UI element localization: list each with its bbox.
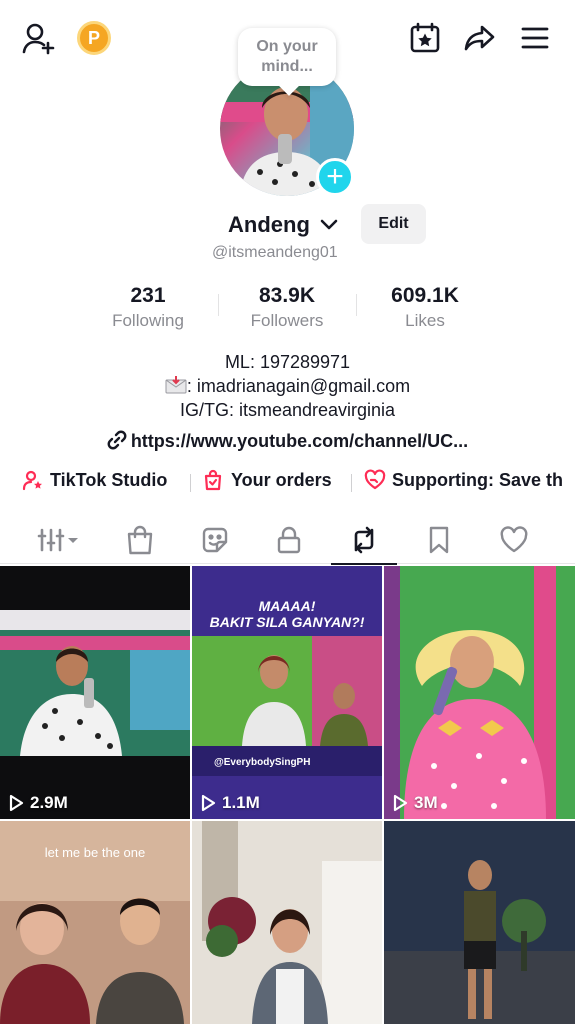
video-thumbnail[interactable] (192, 821, 382, 1024)
play-icon (393, 794, 408, 812)
tab-shop[interactable] (110, 516, 170, 564)
menu-icon[interactable] (516, 19, 554, 57)
shortcut-label: Supporting: Save th (392, 469, 563, 490)
stat-label: Followers (250, 311, 324, 330)
tiktok-studio-button[interactable]: TikTok Studio (22, 469, 167, 491)
stat-likes[interactable]: 609.1K Likes (365, 282, 485, 332)
divider (218, 294, 219, 316)
video-caption: @EverybodySingPH (214, 757, 311, 768)
divider (190, 474, 191, 492)
divider (351, 474, 352, 492)
lock-icon (276, 525, 302, 555)
orders-icon (203, 469, 223, 491)
bio-link[interactable]: https://www.youtube.com/channel/UC... (0, 430, 575, 455)
sticker-icon (200, 525, 230, 555)
video-thumbnail[interactable]: MAAAA! BAKIT SILA GANYAN?! @EverybodySin… (192, 566, 382, 819)
shortcut-label: TikTok Studio (50, 469, 168, 490)
supporting-button[interactable]: Supporting: Save th (364, 469, 563, 491)
heart-hand-icon (364, 469, 386, 491)
video-caption: let me be the one (44, 845, 146, 860)
bag-icon (126, 525, 154, 555)
stat-value: 231 (130, 284, 166, 307)
tab-private[interactable] (259, 516, 319, 564)
content-tabs (0, 516, 575, 565)
play-icon (9, 794, 24, 812)
stat-following[interactable]: 231 Following (88, 282, 208, 332)
video-grid: 2.9M MAAAA! BAKIT SILA GANYAN?! @Everybo… (0, 566, 575, 1024)
link-icon (107, 430, 127, 455)
heart-icon (499, 526, 529, 554)
stat-label: Likes (405, 311, 445, 330)
divider (356, 294, 357, 316)
repost-icon (349, 526, 379, 554)
bio: ML: 197289971 : imadrianagain@gmail.com … (0, 350, 575, 422)
video-thumbnail[interactable]: 3M (384, 566, 575, 819)
edit-profile-button[interactable]: Edit (361, 204, 426, 244)
bio-line: IG/TG: itsmeandreavirginia (179, 400, 396, 420)
coin-icon[interactable]: P (77, 21, 111, 55)
tab-stickers[interactable] (185, 516, 245, 564)
add-photo-button[interactable]: + (316, 158, 354, 196)
tab-liked[interactable] (484, 516, 544, 564)
username-handle: @itsmeandeng01 (212, 244, 338, 261)
tab-videos[interactable] (30, 516, 90, 564)
tab-saved[interactable] (409, 516, 469, 564)
video-title-overlay: MAAAA! BAKIT SILA GANYAN?! (209, 598, 365, 630)
view-count: 3M (392, 793, 438, 813)
bookmark-icon (427, 525, 451, 555)
add-friend-icon[interactable] (20, 20, 58, 58)
your-orders-button[interactable]: Your orders (203, 469, 332, 491)
profile-stats: 231 Following 83.9K Followers 609.1K Lik… (0, 282, 575, 336)
profile-name[interactable]: Andeng (228, 212, 310, 238)
bio-line: : imadrianagain@gmail.com (0, 374, 575, 398)
tab-reposts[interactable] (331, 516, 397, 565)
view-count: 1.1M (200, 793, 260, 813)
bio-email: : imadrianagain@gmail.com (186, 376, 411, 396)
shortcut-label: Your orders (231, 469, 332, 490)
share-icon[interactable] (461, 19, 499, 57)
stat-followers[interactable]: 83.9K Followers (227, 282, 347, 332)
envelope-icon (165, 376, 187, 394)
shortcut-row: TikTok Studio Your orders Supporting: Sa… (0, 466, 575, 496)
calendar-star-icon[interactable] (406, 19, 444, 57)
video-thumbnail[interactable]: let me be the one (0, 821, 190, 1024)
chevron-down-icon[interactable] (320, 218, 338, 236)
video-thumbnail[interactable] (384, 821, 575, 1024)
play-icon (201, 794, 216, 812)
studio-icon (22, 469, 44, 491)
view-count: 2.9M (8, 793, 68, 813)
stat-value: 83.9K (258, 284, 316, 307)
stat-value: 609.1K (391, 284, 459, 307)
name-row: Andeng Edit (0, 204, 575, 244)
grid-icon (37, 527, 83, 553)
stat-label: Following (112, 311, 184, 330)
bio-link-text: https://www.youtube.com/channel/UC... (130, 431, 469, 451)
note-bubble[interactable]: On your mind... (238, 28, 336, 86)
bio-line: ML: 197289971 (224, 352, 351, 372)
video-thumbnail[interactable]: 2.9M (0, 566, 190, 819)
